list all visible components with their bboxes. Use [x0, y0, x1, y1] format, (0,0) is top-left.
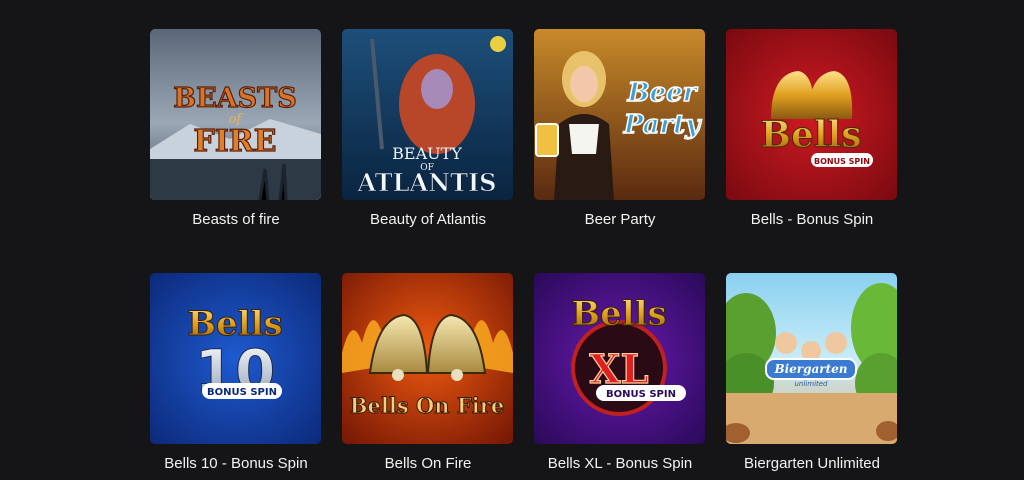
svg-text:BONUS SPIN: BONUS SPIN	[207, 387, 277, 398]
game-card-biergarten-unlimited[interactable]: Biergarten unlimited Biergarten Unlimite…	[726, 273, 898, 472]
svg-text:unlimited: unlimited	[794, 380, 828, 388]
svg-text:Party: Party	[623, 110, 702, 140]
game-card-bells-xl-bonus-spin[interactable]: Bells XL BONUS SPIN Bells XL - Bonus Spi…	[534, 273, 706, 472]
game-card-beasts-of-fire[interactable]: BEASTS of FIRE Beasts of fire	[150, 29, 322, 273]
bells-bonus-spin-art: Bells BONUS SPIN	[726, 29, 897, 200]
game-title[interactable]: Bells On Fire	[342, 455, 514, 472]
game-thumbnail[interactable]: Bells BONUS SPIN	[726, 29, 897, 200]
game-thumbnail[interactable]: BEAUTY OF ATLANTIS	[342, 29, 513, 200]
svg-text:Bells On Fire: Bells On Fire	[350, 393, 504, 418]
game-title[interactable]: Beasts of fire	[150, 211, 322, 228]
svg-text:ATLANTIS: ATLANTIS	[356, 168, 496, 197]
star-badge-icon	[490, 36, 506, 52]
game-card-beauty-of-atlantis[interactable]: BEAUTY OF ATLANTIS Beauty of Atlantis	[342, 29, 514, 273]
game-title[interactable]: Beauty of Atlantis	[342, 211, 514, 228]
game-thumbnail[interactable]: Bells 10 BONUS SPIN	[150, 273, 321, 444]
bells-on-fire-art: Bells On Fire	[342, 273, 513, 444]
game-thumbnail[interactable]: BEASTS of FIRE	[150, 29, 321, 200]
beasts-of-fire-art: BEASTS of FIRE	[150, 29, 321, 200]
bells-xl-art: Bells XL BONUS SPIN	[534, 273, 705, 444]
game-thumbnail[interactable]: Biergarten unlimited	[726, 273, 897, 444]
svg-text:BONUS SPIN: BONUS SPIN	[814, 157, 870, 166]
game-title[interactable]: Beer Party	[534, 211, 706, 228]
svg-text:Bells: Bells	[761, 114, 862, 156]
biergarten-art: Biergarten unlimited	[726, 273, 897, 444]
bells-10-art: Bells 10 BONUS SPIN	[150, 273, 321, 444]
svg-text:BONUS SPIN: BONUS SPIN	[606, 389, 676, 400]
beer-party-art: Beer Party	[534, 29, 705, 200]
svg-text:Beer: Beer	[627, 78, 699, 108]
game-title[interactable]: Biergarten Unlimited	[726, 455, 898, 472]
game-title[interactable]: Bells - Bonus Spin	[726, 211, 898, 228]
game-thumbnail[interactable]: Bells On Fire	[342, 273, 513, 444]
art-line: BEASTS	[173, 83, 296, 114]
game-thumbnail[interactable]: Bells XL BONUS SPIN	[534, 273, 705, 444]
beauty-of-atlantis-art: BEAUTY OF ATLANTIS	[342, 29, 513, 200]
svg-text:FIRE: FIRE	[193, 124, 276, 159]
game-card-bells-bonus-spin[interactable]: Bells BONUS SPIN Bells - Bonus Spin	[726, 29, 898, 273]
game-title[interactable]: Bells XL - Bonus Spin	[534, 455, 706, 472]
game-card-beer-party[interactable]: Beer Party Beer Party	[534, 29, 706, 273]
game-title[interactable]: Bells 10 - Bonus Spin	[150, 455, 322, 472]
game-card-bells-10-bonus-spin[interactable]: Bells 10 BONUS SPIN Bells 10 - Bonus Spi…	[150, 273, 322, 472]
svg-text:Biergarten: Biergarten	[773, 362, 847, 376]
game-thumbnail[interactable]: Beer Party	[534, 29, 705, 200]
game-grid: BEASTS of FIRE Beasts of fire BEAUTY OF …	[150, 29, 898, 472]
game-card-bells-on-fire[interactable]: Bells On Fire Bells On Fire	[342, 273, 514, 472]
svg-text:Bells: Bells	[571, 294, 666, 334]
svg-text:BEAUTY: BEAUTY	[392, 144, 462, 163]
